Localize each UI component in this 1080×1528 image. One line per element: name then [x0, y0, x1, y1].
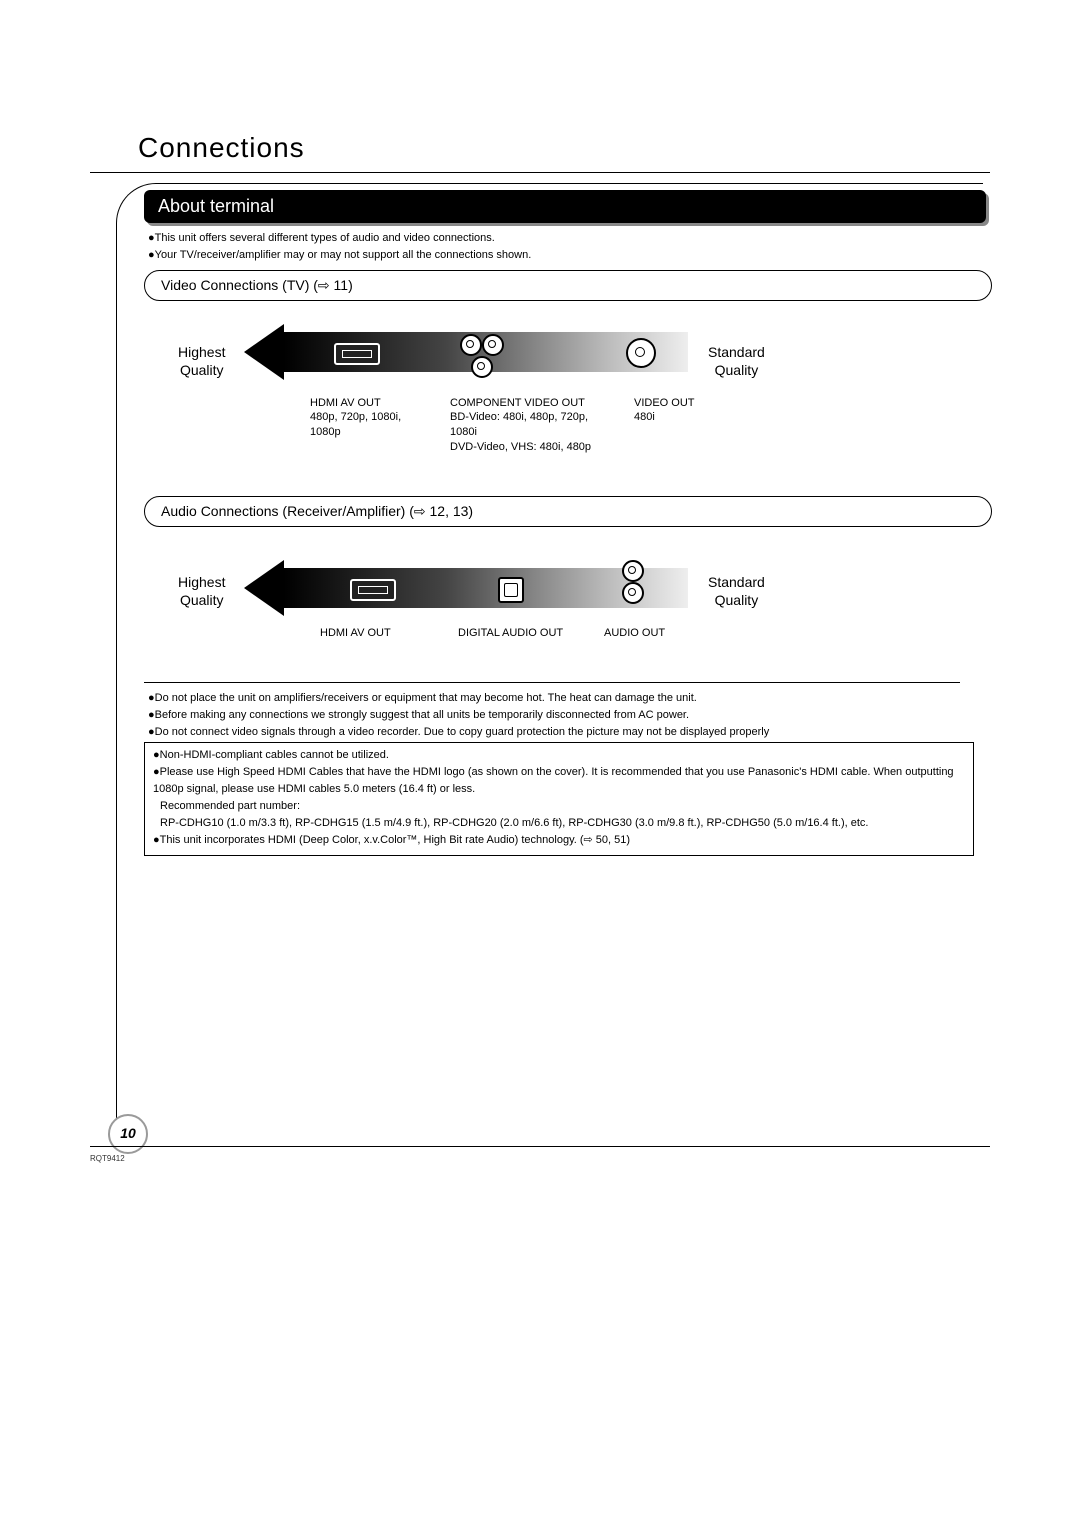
warning-bullets: ●Do not place the unit on amplifiers/rec… — [148, 690, 958, 741]
video-col1-name: HDMI AV OUT — [310, 396, 381, 411]
video-col2-detail: BD-Video: 480i, 480p, 720p, 1080i DVD-Vi… — [450, 410, 591, 455]
audio-col3-name: AUDIO OUT — [604, 626, 665, 641]
audio-col2-name: DIGITAL AUDIO OUT — [458, 626, 563, 641]
audio-pill: Audio Connections (Receiver/Amplifier) (… — [144, 496, 992, 527]
warn-1: Do not place the unit on amplifiers/rece… — [155, 692, 697, 704]
hdmi-line-1: Non-HDMI-compliant cables cannot be util… — [160, 749, 389, 761]
video-col1-detail: 480p, 720p, 1080i, 1080p — [310, 410, 401, 440]
manual-page: Connections About terminal ●This unit of… — [0, 0, 1080, 1528]
warn-2: Before making any connections we strongl… — [155, 709, 689, 721]
video-standard-quality-label: Standard Quality — [708, 343, 765, 379]
hdmi-line-5: This unit incorporates HDMI (Deep Color,… — [160, 834, 630, 846]
hdmi-info-box: ●Non-HDMI-compliant cables cannot be uti… — [144, 742, 974, 856]
video-col3-name: VIDEO OUT — [634, 396, 695, 411]
page-title: Connections — [138, 132, 305, 164]
page-number-badge: 10 — [108, 1114, 148, 1154]
section-header: About terminal — [144, 190, 986, 223]
document-code: RQT9412 — [90, 1154, 125, 1163]
intro-bullet-1: This unit offers several different types… — [155, 232, 495, 244]
hdmi-line-3: Recommended part number: — [160, 800, 300, 812]
hdmi-port-icon — [334, 343, 380, 365]
intro-bullet-2: Your TV/receiver/amplifier may or may no… — [155, 249, 532, 261]
hdmi-port-icon-2 — [350, 579, 396, 601]
hdmi-line-2: Please use High Speed HDMI Cables that h… — [153, 766, 954, 795]
video-pill: Video Connections (TV) (⇨ 11) — [144, 270, 992, 301]
composite-jack-icon — [626, 338, 656, 368]
divider — [144, 682, 960, 683]
bottom-rule — [90, 1146, 990, 1147]
title-rule — [90, 172, 990, 173]
video-highest-quality-label: Highest Quality — [178, 343, 225, 379]
warn-3: Do not connect video signals through a v… — [155, 726, 770, 738]
video-col3-detail: 480i — [634, 410, 655, 425]
video-col2-name: COMPONENT VIDEO OUT — [450, 396, 585, 411]
hdmi-line-4: RP-CDHG10 (1.0 m/3.3 ft), RP-CDHG15 (1.5… — [160, 817, 868, 829]
intro-bullets: ●This unit offers several different type… — [148, 230, 531, 263]
optical-port-icon — [498, 577, 524, 603]
audio-standard-quality-label: Standard Quality — [708, 573, 765, 609]
audio-highest-quality-label: Highest Quality — [178, 573, 225, 609]
audio-col1-name: HDMI AV OUT — [320, 626, 391, 641]
